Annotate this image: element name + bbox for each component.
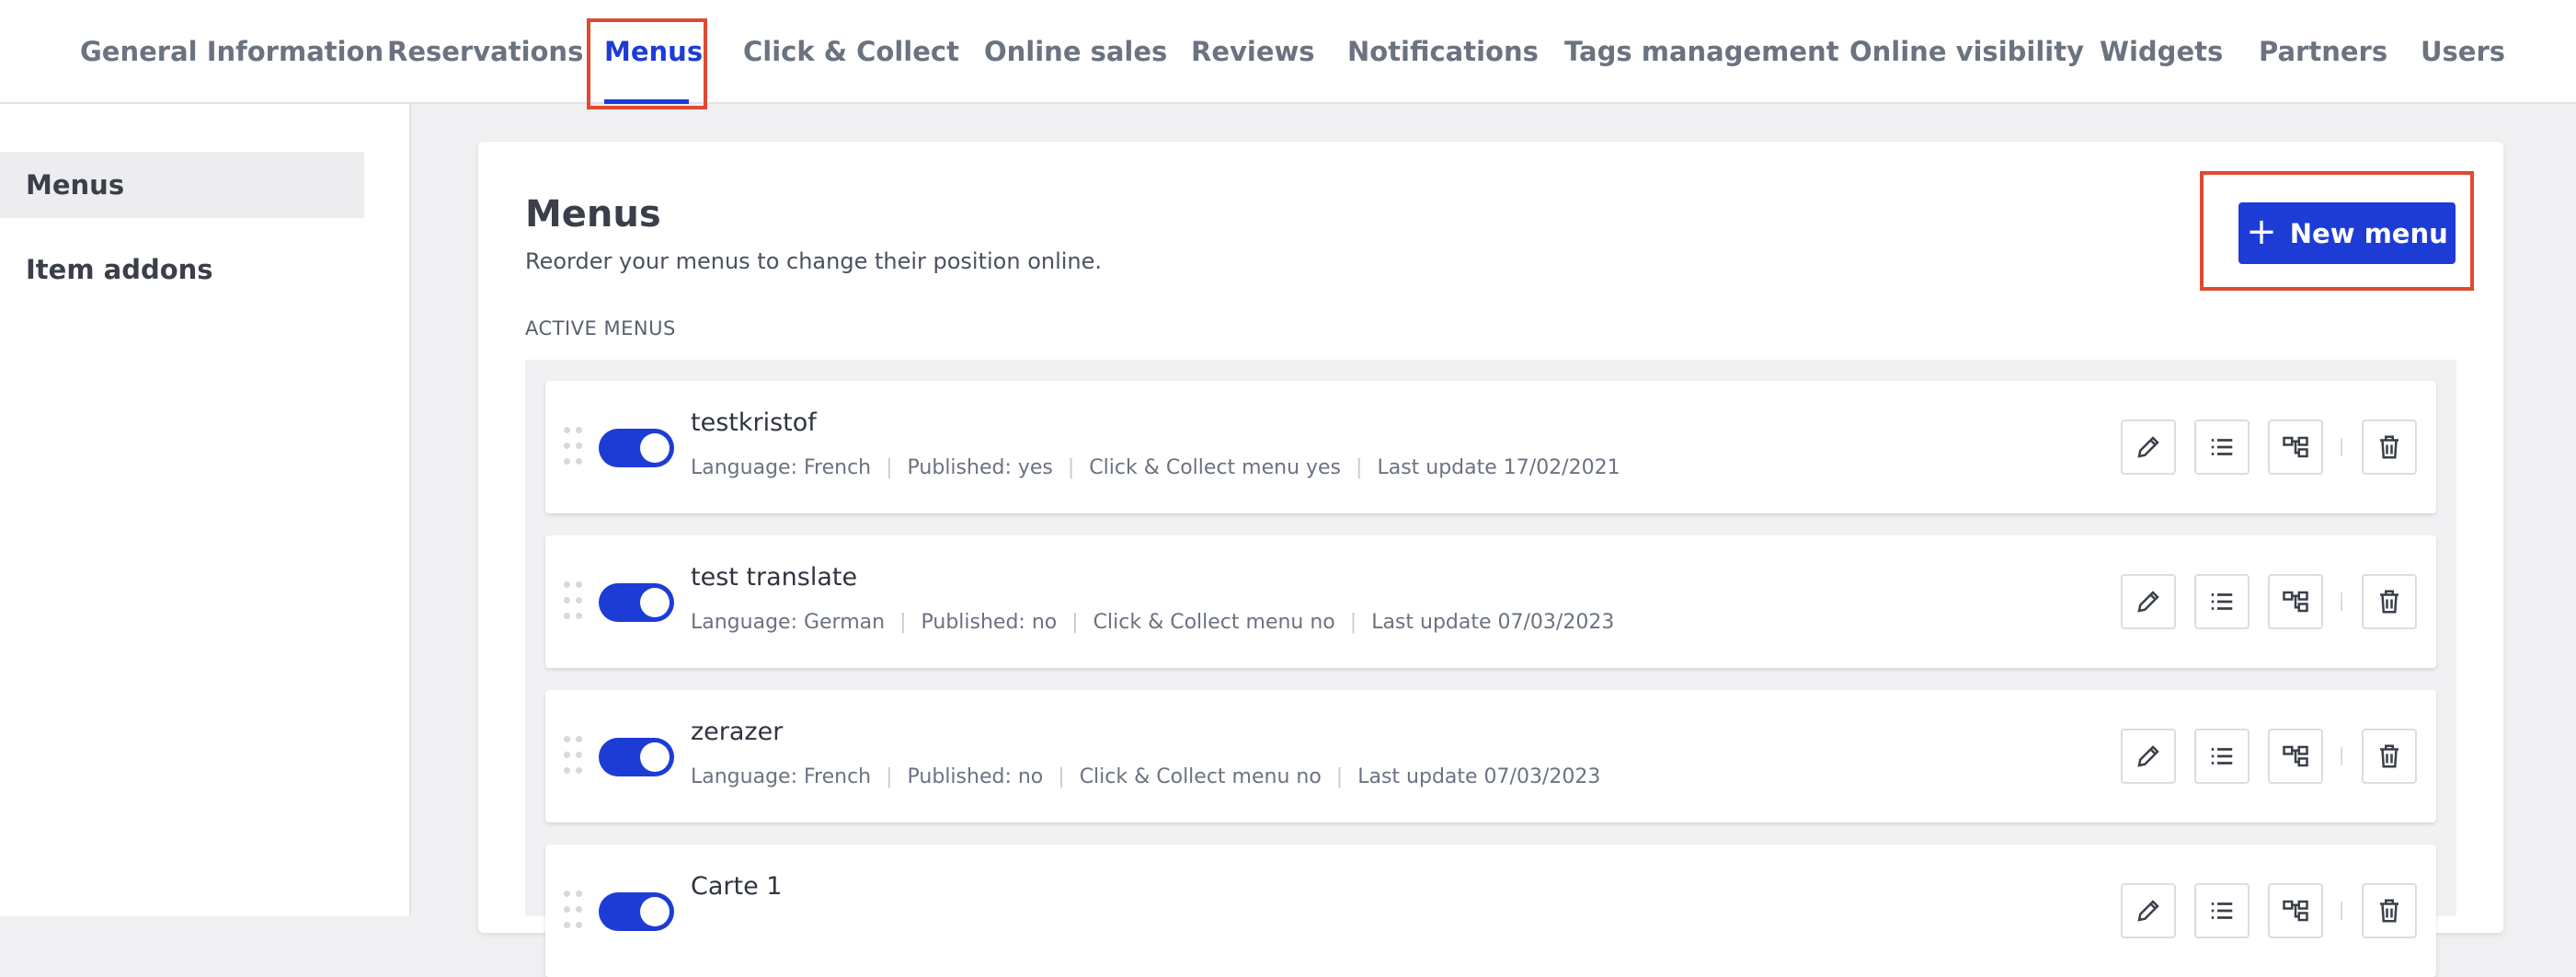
menu-language: Language: French	[691, 456, 872, 479]
top-navigation: General Information Reservations Menus C…	[0, 0, 2576, 104]
tab-general-information[interactable]: General Information	[80, 0, 384, 104]
trash-icon	[2380, 744, 2399, 768]
drag-handle-icon[interactable]	[564, 427, 582, 469]
menu-row: zerazer Language: French | Published: no |…	[545, 690, 2436, 822]
items-button[interactable]	[2194, 883, 2250, 938]
tab-online-sales[interactable]: Online sales	[984, 0, 1167, 104]
menu-click-collect: Click & Collect menu yes	[1089, 456, 1342, 479]
delete-button[interactable]	[2362, 574, 2417, 629]
tab-tags-management[interactable]: Tags management	[1564, 0, 1839, 104]
menu-row: test translate Language: German | Publish…	[545, 535, 2436, 668]
trash-icon	[2380, 435, 2399, 459]
menu-name: testkristof	[691, 408, 817, 437]
menu-enabled-toggle[interactable]	[599, 738, 674, 776]
items-button[interactable]	[2194, 729, 2250, 784]
delete-button[interactable]	[2362, 883, 2417, 938]
tab-notifications[interactable]: Notifications	[1347, 0, 1539, 104]
hierarchy-icon	[2283, 900, 2308, 922]
active-menus-label: ACTIVE MENUS	[525, 317, 676, 339]
list-icon	[2211, 748, 2233, 764]
menu-name: Carte 1	[691, 872, 783, 901]
new-menu-label: New menu	[2289, 217, 2448, 249]
divider	[2341, 902, 2342, 920]
edit-button[interactable]	[2121, 420, 2176, 475]
tab-click-collect[interactable]: Click & Collect	[743, 0, 959, 104]
list-icon	[2211, 439, 2233, 455]
pencil-icon	[2137, 436, 2159, 458]
tab-widgets[interactable]: Widgets	[2100, 0, 2223, 104]
hierarchy-icon	[2283, 745, 2308, 767]
hierarchy-icon	[2283, 591, 2308, 613]
structure-button[interactable]	[2268, 883, 2323, 938]
list-icon	[2211, 593, 2233, 610]
items-button[interactable]	[2194, 420, 2250, 475]
pencil-icon	[2137, 900, 2159, 922]
edit-button[interactable]	[2121, 729, 2176, 784]
tab-menus[interactable]: Menus	[604, 0, 703, 104]
tab-reviews[interactable]: Reviews	[1191, 0, 1315, 104]
menu-enabled-toggle[interactable]	[599, 892, 674, 931]
tab-partners[interactable]: Partners	[2259, 0, 2387, 104]
menu-click-collect: Click & Collect menu no	[1093, 611, 1335, 634]
active-tab-indicator	[604, 99, 689, 104]
menu-enabled-toggle[interactable]	[599, 429, 674, 467]
tab-reservations[interactable]: Reservations	[387, 0, 583, 104]
delete-button[interactable]	[2362, 729, 2417, 784]
menu-language: Language: German	[691, 611, 886, 634]
trash-icon	[2380, 590, 2399, 614]
menu-meta: Language: German | Published: no | Click &…	[691, 611, 1615, 634]
menu-name: test translate	[691, 563, 858, 592]
menu-language: Language: French	[691, 765, 872, 788]
pencil-icon	[2137, 745, 2159, 767]
sidebar: Menus Item addons	[0, 104, 411, 916]
menu-last-update: Last update 17/02/2021	[1377, 456, 1620, 479]
plus-icon: +	[2246, 210, 2277, 253]
menu-last-update: Last update 07/03/2023	[1371, 611, 1615, 634]
new-menu-button[interactable]: + New menu	[2238, 202, 2456, 264]
delete-button[interactable]	[2362, 420, 2417, 475]
structure-button[interactable]	[2268, 574, 2323, 629]
sidebar-item-menus[interactable]: Menus	[0, 152, 364, 218]
menu-published: Published: no	[907, 765, 1044, 788]
drag-handle-icon[interactable]	[564, 736, 582, 778]
items-button[interactable]	[2194, 574, 2250, 629]
menu-published: Published: no	[921, 611, 1058, 634]
pencil-icon	[2137, 591, 2159, 613]
menu-last-update: Last update 07/03/2023	[1357, 765, 1601, 788]
structure-button[interactable]	[2268, 420, 2323, 475]
sidebar-item-item-addons[interactable]: Item addons	[0, 236, 364, 303]
edit-button[interactable]	[2121, 574, 2176, 629]
divider	[2341, 438, 2342, 456]
menu-row: testkristof Language: French | Published:…	[545, 381, 2436, 513]
menu-row: Carte 1	[545, 845, 2436, 977]
drag-handle-icon[interactable]	[564, 891, 582, 933]
hierarchy-icon	[2283, 436, 2308, 458]
divider	[2341, 592, 2342, 611]
list-icon	[2211, 902, 2233, 919]
menu-click-collect: Click & Collect menu no	[1079, 765, 1322, 788]
menu-published: Published: yes	[907, 456, 1053, 479]
structure-button[interactable]	[2268, 729, 2323, 784]
edit-button[interactable]	[2121, 883, 2176, 938]
tab-online-visibility[interactable]: Online visibility	[1849, 0, 2084, 104]
tab-users[interactable]: Users	[2421, 0, 2505, 104]
menu-enabled-toggle[interactable]	[599, 583, 674, 622]
divider	[2341, 747, 2342, 765]
menu-name: zerazer	[691, 718, 784, 746]
trash-icon	[2380, 899, 2399, 923]
menu-meta: Language: French | Published: yes | Click …	[691, 456, 1620, 479]
drag-handle-icon[interactable]	[564, 581, 582, 624]
page-subtitle: Reorder your menus to change their posit…	[525, 248, 1103, 274]
page-title: Menus	[525, 193, 661, 236]
menu-meta: Language: French | Published: no | Click &…	[691, 765, 1601, 788]
